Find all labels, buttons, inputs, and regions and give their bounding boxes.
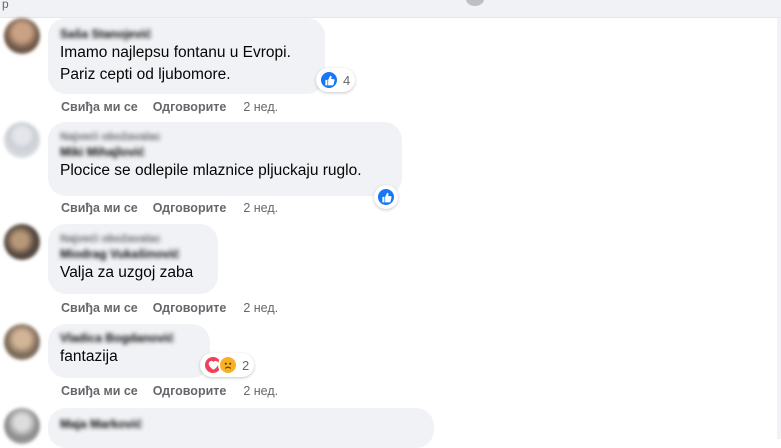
sad-icon <box>218 355 238 375</box>
like-button[interactable]: Свиђа ми се <box>61 384 138 398</box>
like-button[interactable]: Свиђа ми се <box>61 301 138 315</box>
comment-bubble: Maja Marković <box>48 408 434 448</box>
avatar[interactable] <box>4 324 40 360</box>
reaction-summary[interactable]: 4 <box>316 68 356 92</box>
avatar[interactable] <box>4 224 40 260</box>
scrollbar[interactable] <box>777 18 781 439</box>
comment-author[interactable]: Miki Mihajlović <box>60 144 390 160</box>
comment-bubble: Najveći obožavalac Miki Mihajlović Ploci… <box>48 122 402 196</box>
comment-actions: Свиђа ми се Одговорите 2 нед. <box>61 100 293 114</box>
comment-author[interactable]: Maja Marković <box>60 416 422 432</box>
comment-timestamp[interactable]: 2 нед. <box>243 384 278 398</box>
like-icon <box>319 70 339 90</box>
comment-actions: Свиђа ми се Одговорите 2 нед. <box>61 384 293 398</box>
comment-text: fantazija <box>60 348 118 365</box>
comment-timestamp[interactable]: 2 нед. <box>243 301 278 315</box>
top-fan-badge: Najveći obožavalac <box>60 233 161 245</box>
like-button[interactable]: Свиђа ми се <box>61 100 138 114</box>
comment-text: Plocice se odlepile mlaznice pljuckaju r… <box>60 162 362 179</box>
comment-text: Imamo najlepsu fontanu u Evropi. <box>60 44 291 61</box>
comment-timestamp[interactable]: 2 нед. <box>243 201 278 215</box>
comment-author[interactable]: Miodrag Vukašinović <box>60 246 206 262</box>
reaction-count: 4 <box>343 72 351 88</box>
top-bar: р <box>0 0 781 18</box>
comment-bubble: Saša Stanojević Imamo najlepsu fontanu u… <box>48 18 325 94</box>
avatar[interactable] <box>4 122 40 158</box>
like-icon <box>376 187 396 207</box>
comment-timestamp[interactable]: 2 нед. <box>243 100 278 114</box>
comment-bubble: Vladica Bogdanović fantazija <box>48 324 210 378</box>
comment-author[interactable]: Saša Stanojević <box>60 26 313 42</box>
comment-actions: Свиђа ми се Одговорите 2 нед. <box>61 201 293 215</box>
comment-bubble: Najveći obožavalac Miodrag Vukašinović V… <box>48 224 218 294</box>
top-bar-fragment: р <box>2 0 9 11</box>
top-fan-badge: Najveći obožavalac <box>60 131 161 143</box>
comment-author[interactable]: Vladica Bogdanović <box>60 330 198 346</box>
comment-actions: Свиђа ми се Одговорите 2 нед. <box>61 301 293 315</box>
reply-button[interactable]: Одговорите <box>153 100 227 114</box>
reply-button[interactable]: Одговорите <box>153 301 227 315</box>
reply-button[interactable]: Одговорите <box>153 384 227 398</box>
reply-button[interactable]: Одговорите <box>153 201 227 215</box>
reaction-summary[interactable] <box>374 185 398 209</box>
top-bar-shape <box>466 0 484 6</box>
reaction-count: 2 <box>242 357 250 373</box>
like-button[interactable]: Свиђа ми се <box>61 201 138 215</box>
comment-text: Valja za uzgoj zaba <box>60 264 194 281</box>
reaction-summary[interactable]: 2 <box>200 353 255 377</box>
avatar[interactable] <box>4 18 40 54</box>
comment-text: Pariz cepti od ljubomore. <box>60 66 231 83</box>
